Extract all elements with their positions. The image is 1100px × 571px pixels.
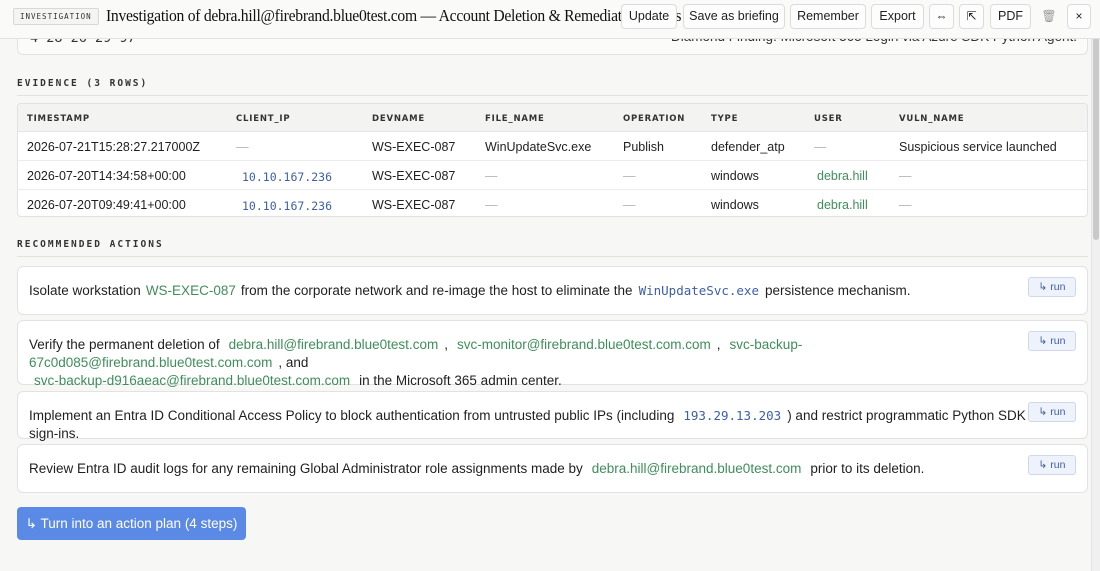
cell-file-name: — [485, 169, 498, 183]
remember-button[interactable]: Remember [790, 4, 866, 29]
column-header: OPERATION [623, 114, 686, 124]
divider [17, 256, 1088, 257]
cell-timestamp: 2026-07-21T15:28:27.217000Z [27, 140, 201, 154]
cell-vuln-name: Suspicious service launched [899, 140, 1057, 154]
table-row: 2026-07-20T14:34:58+00:00 10.10.167.236 … [18, 161, 1087, 190]
email-link[interactable]: svc-backup-d916aeac@firebrand.blue0test.… [29, 373, 359, 388]
scrollbar[interactable] [1091, 0, 1100, 571]
action-text-part: in the Microsoft 365 admin center. [359, 373, 562, 388]
column-header: VULN_NAME [899, 114, 965, 124]
run-button[interactable]: ↳ run [1028, 455, 1076, 475]
export-button[interactable]: Export [871, 4, 924, 29]
expand-width-icon[interactable]: ⇔ [929, 4, 954, 29]
action-text: Isolate workstation WS-EXEC-087 from the c… [29, 282, 1029, 300]
evidence-section-label: EVIDENCE (3 ROWS) [17, 78, 149, 89]
ip-code: 193.29.13.203 [683, 408, 782, 423]
investigation-badge: INVESTIGATION [13, 8, 99, 25]
action-text: Review Entra ID audit logs for any remai… [29, 460, 1029, 478]
cell-vuln-name: — [899, 169, 912, 183]
cell-operation: — [623, 169, 636, 183]
host-link[interactable]: WS-EXEC-087 [141, 283, 241, 298]
action-text-part: persistence mechanism. [764, 283, 911, 298]
action-text-part: Verify the permanent deletion of [29, 337, 220, 352]
cell-type: windows [711, 198, 759, 212]
email-link[interactable]: svc-monitor@firebrand.blue0test.com.com [448, 337, 717, 352]
action-text: Verify the permanent deletion of debra.hi… [29, 337, 803, 388]
close-icon[interactable]: × [1067, 4, 1091, 29]
column-header: TYPE [711, 114, 739, 124]
top-bar: INVESTIGATION Investigation of debra.hil… [0, 0, 1100, 39]
cell-timestamp: 2026-07-20T09:49:41+00:00 [27, 198, 186, 212]
table-header: TIMESTAMP CLIENT_IP DEVNAME FILE_NAME OP… [18, 104, 1087, 132]
action-text-part: Implement an Entra ID Conditional Access… [29, 408, 675, 423]
action-card-verify-deletion: Verify the permanent deletion of debra.hi… [17, 320, 1088, 388]
column-header: TIMESTAMP [27, 114, 90, 124]
column-header: DEVNAME [372, 114, 425, 124]
action-card-review-audit-logs: Review Entra ID audit logs for any remai… [17, 444, 1088, 493]
action-text-part: , and [278, 355, 309, 370]
run-button[interactable]: ↳ run [1028, 402, 1076, 422]
recommended-actions-label: RECOMMENDED ACTIONS [17, 239, 164, 250]
divider [17, 95, 1088, 96]
cell-file-name: WinUpdateSvc.exe [485, 140, 592, 154]
save-as-briefing-button[interactable]: Save as briefing [683, 4, 785, 29]
email-link[interactable]: debra.hill@firebrand.blue0test.com [220, 337, 445, 352]
evidence-table: TIMESTAMP CLIENT_IP DEVNAME FILE_NAME OP… [17, 103, 1088, 217]
pop-out-icon[interactable]: ⇱ [959, 4, 984, 29]
run-button[interactable]: ↳ run [1028, 331, 1076, 351]
update-button[interactable]: Update [621, 4, 677, 29]
cell-type: windows [711, 169, 759, 183]
cell-client-ip[interactable]: 10.10.167.236 [242, 199, 332, 213]
run-button[interactable]: ↳ run [1028, 277, 1076, 297]
email-link[interactable]: debra.hill@firebrand.blue0test.com [583, 461, 811, 476]
action-text-part: from the corporate network and re-image … [240, 283, 633, 298]
cell-client-ip: — [236, 140, 249, 154]
cell-file-name: — [485, 198, 498, 212]
cell-user[interactable]: debra.hill [817, 169, 868, 183]
trash-icon[interactable]: 🗑 [1037, 4, 1061, 29]
column-header: FILE_NAME [485, 114, 545, 124]
cell-devname: WS-EXEC-087 [372, 198, 456, 212]
cell-client-ip[interactable]: 10.10.167.236 [242, 170, 332, 184]
action-text: Implement an Entra ID Conditional Access… [29, 407, 1029, 443]
cell-user[interactable]: debra.hill [817, 198, 868, 212]
cell-operation: — [623, 198, 636, 212]
page-title: Investigation of debra.hill@firebrand.bl… [106, 6, 682, 25]
cell-vuln-name: — [899, 198, 912, 212]
cell-type: defender_atp [711, 140, 785, 154]
action-text-part: prior to its deletion. [810, 461, 925, 476]
action-card-isolate: Isolate workstation WS-EXEC-087 from the c… [17, 266, 1088, 315]
cell-user: — [814, 140, 827, 154]
pdf-button[interactable]: PDF [990, 4, 1031, 29]
column-header: USER [814, 114, 843, 124]
scrollbar-thumb[interactable] [1093, 20, 1099, 240]
action-card-conditional-access: Implement an Entra ID Conditional Access… [17, 391, 1088, 441]
table-row: 2026-07-21T15:28:27.217000Z — WS-EXEC-08… [18, 132, 1087, 161]
turn-into-action-plan-button[interactable]: ↳ Turn into an action plan (4 steps) [17, 507, 246, 540]
cell-devname: WS-EXEC-087 [372, 140, 456, 154]
cell-timestamp: 2026-07-20T14:34:58+00:00 [27, 169, 186, 183]
action-text-part: Isolate workstation [29, 283, 141, 298]
action-text-part: Review Entra ID audit logs for any remai… [29, 461, 583, 476]
column-header: CLIENT_IP [236, 114, 291, 124]
file-name-code: WinUpdateSvc.exe [638, 283, 759, 298]
table-row: 2026-07-20T09:49:41+00:00 10.10.167.236 … [18, 190, 1087, 216]
cell-operation: Publish [623, 140, 664, 154]
cell-devname: WS-EXEC-087 [372, 169, 456, 183]
